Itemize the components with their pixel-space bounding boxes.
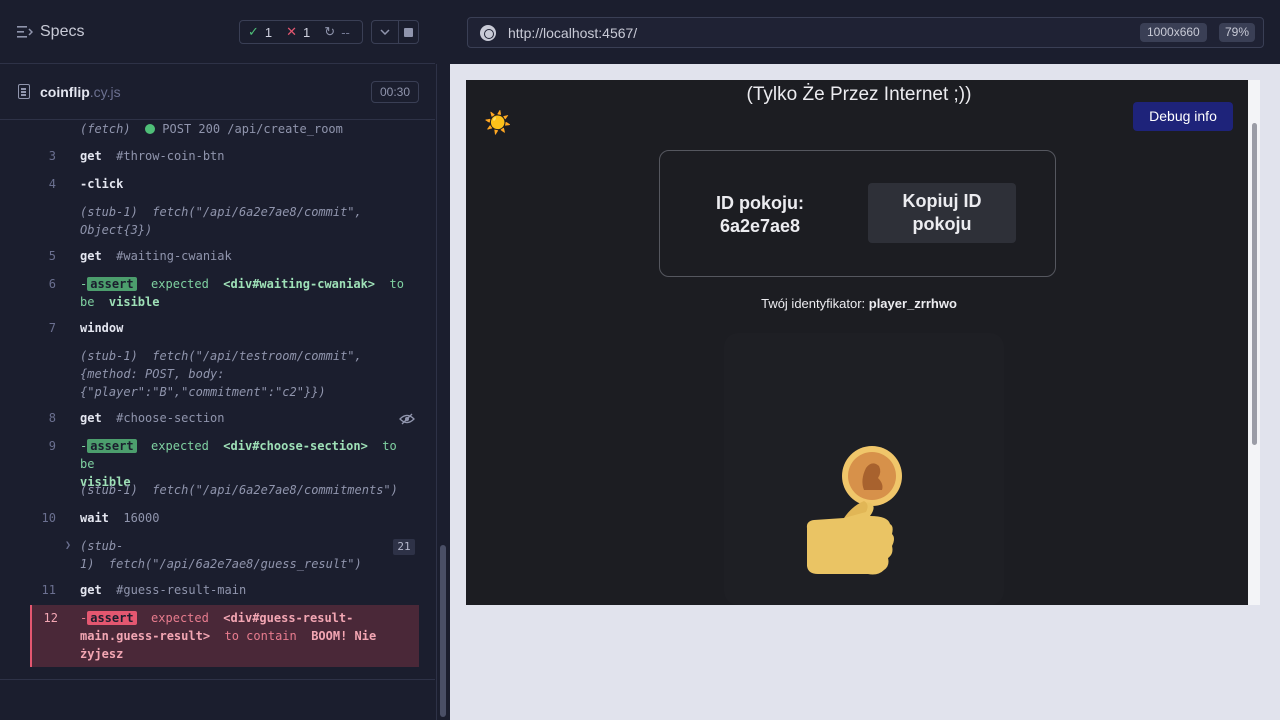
room-card: ID pokoju: 6a2e7ae8 Kopiuj ID pokoju: [659, 150, 1056, 277]
spec-duration: 00:30: [371, 81, 419, 103]
failed-count: 1: [303, 24, 311, 40]
player-id: player_zrrhwo: [868, 296, 957, 311]
failed-command-row[interactable]: 12 - assert expected <div#guess-result- m…: [30, 605, 419, 667]
specs-header: Specs ✓ 1 ✕ 1 ↻ --: [0, 0, 435, 64]
assert-badge: assert: [87, 277, 137, 291]
file-icon: [18, 84, 30, 99]
assert-badge: assert: [87, 611, 137, 625]
viewport-size-badge[interactable]: 1000x660: [1140, 23, 1207, 42]
chevron-down-icon: [380, 29, 390, 35]
command-list: (fetch) POST 200 /api/create_room 3 get …: [30, 120, 419, 680]
page-title: (Tylko Że Przez Internet ;)): [746, 84, 972, 105]
url-bar[interactable]: http://localhost:4567/ 1000x660 79%: [467, 17, 1264, 48]
eye-slash-icon: [399, 413, 415, 425]
spec-file-row[interactable]: coinflip.cy.js 00:30: [0, 65, 435, 120]
coin-icon: [806, 446, 902, 575]
check-icon: ✓: [248, 24, 259, 39]
room-id-label: ID pokoju: 6a2e7ae8: [716, 193, 804, 236]
specs-title[interactable]: Specs: [40, 23, 84, 41]
run-stats: ✓ 1 ✕ 1 ↻ --: [239, 20, 363, 44]
sun-icon[interactable]: ☀️: [484, 110, 511, 136]
app-preview-panel: http://localhost:4567/ 1000x660 79% (Tyl…: [450, 0, 1280, 720]
spec-file-ext: .cy.js: [89, 84, 121, 100]
divider: [0, 679, 435, 680]
chevron-right-icon[interactable]: ❯: [65, 540, 71, 551]
copy-room-id-button[interactable]: Kopiuj ID pokoju: [868, 183, 1016, 243]
x-icon: ✕: [286, 24, 298, 39]
scrollbar-thumb[interactable]: [440, 545, 446, 717]
command-log-panel: Specs ✓ 1 ✕ 1 ↻ -- coinflip.cy.js 00:30 (fe…: [0, 0, 450, 720]
spinner-icon: ↻: [324, 24, 336, 39]
passed-count: 1: [264, 24, 273, 40]
call-count-badge: 21: [393, 539, 415, 555]
url-text: http://localhost:4567/: [508, 25, 638, 41]
app-scrollbar-thumb[interactable]: [1252, 123, 1257, 445]
stop-button[interactable]: [399, 20, 419, 44]
stop-icon: [404, 27, 413, 37]
assert-badge: assert: [87, 439, 137, 453]
specs-list-icon[interactable]: [17, 25, 33, 39]
debug-info-button[interactable]: Debug info: [1133, 102, 1233, 131]
pending-count: --: [341, 24, 350, 40]
globe-icon: [480, 25, 496, 41]
zoom-badge: 79%: [1219, 23, 1256, 42]
status-dot: [145, 124, 156, 134]
app-under-test: (Tylko Że Przez Internet ;)) ☀️ Debug in…: [466, 80, 1248, 605]
run-options-button[interactable]: [371, 20, 399, 44]
spec-file-name: coinflip.cy.js: [40, 84, 121, 100]
player-identifier: Twój identyfikator: player_zrrhwo: [761, 296, 957, 311]
browser-toolbar: http://localhost:4567/ 1000x660 79%: [450, 0, 1280, 64]
